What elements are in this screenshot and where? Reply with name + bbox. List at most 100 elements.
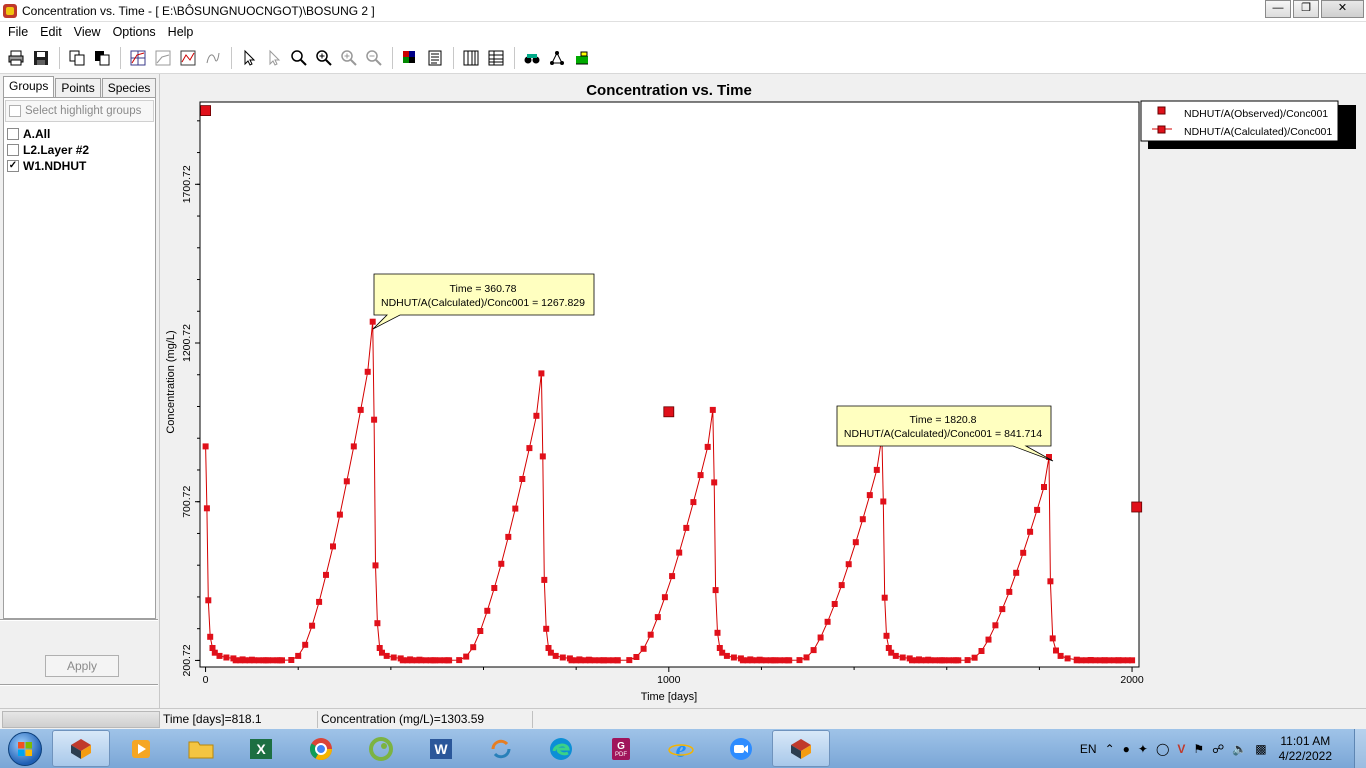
group-list: A.All L2.Layer #2 ✓ W1.NDHUT	[7, 126, 89, 174]
properties-icon[interactable]	[423, 46, 447, 70]
highlight-checkbox[interactable]	[9, 105, 21, 117]
tab-species[interactable]: Species	[101, 78, 157, 97]
taskbar-zoom-icon[interactable]	[712, 730, 770, 767]
calculated-point	[647, 631, 654, 638]
table-icon[interactable]	[484, 46, 508, 70]
legend: NDHUT/A(Observed)/Conc001 NDHUT/A(Calcul…	[1140, 100, 1356, 149]
app-icon	[3, 3, 17, 18]
chart-area: Concentration vs. Time Time [days] Conce…	[160, 74, 1366, 708]
language-indicator[interactable]: EN	[1080, 742, 1097, 756]
columns-icon[interactable]	[459, 46, 483, 70]
title-bar: Concentration vs. Time - [ E:\BÔSUNGNUOC…	[0, 0, 1366, 22]
calculated-point	[676, 549, 683, 556]
copy-icon[interactable]	[65, 46, 89, 70]
zoom-out-icon[interactable]	[337, 46, 361, 70]
chart-scale-icon[interactable]	[201, 46, 225, 70]
close-button[interactable]: ✕	[1321, 0, 1364, 18]
taskbar-chrome-icon[interactable]	[292, 730, 350, 767]
calculated-point	[541, 576, 548, 583]
tray-v-icon[interactable]: V	[1177, 742, 1185, 756]
taskbar-edge-icon[interactable]	[532, 730, 590, 767]
list-item[interactable]: ✓ W1.NDHUT	[7, 158, 89, 174]
network-icon[interactable]	[545, 46, 569, 70]
volume-icon[interactable]: 🔈	[1232, 742, 1247, 756]
clock[interactable]: 11:01 AM 4/22/2022	[1279, 734, 1332, 764]
menu-view[interactable]: View	[68, 25, 107, 39]
group-checkbox[interactable]	[7, 144, 19, 156]
chart-style-icon[interactable]	[176, 46, 200, 70]
list-item[interactable]: L2.Layer #2	[7, 142, 89, 158]
calculated-point	[223, 654, 230, 661]
svg-text:G: G	[617, 741, 625, 752]
calculated-point	[1053, 647, 1059, 654]
calculated-point	[383, 652, 390, 659]
show-desktop-button[interactable]	[1354, 729, 1366, 768]
menu-file[interactable]: File	[2, 25, 34, 39]
calculated-point	[559, 654, 566, 661]
minimize-button[interactable]: —	[1265, 0, 1291, 18]
calculated-point	[372, 562, 379, 569]
clock-date: 4/22/2022	[1278, 748, 1332, 763]
concentration-chart[interactable]: Concentration vs. Time Time [days] Conce…	[160, 74, 1366, 708]
calculated-point	[526, 445, 533, 452]
chart-grid-icon[interactable]	[126, 46, 150, 70]
menu-edit[interactable]: Edit	[34, 25, 68, 39]
taskbar-pdf-icon[interactable]: PDF G	[592, 730, 650, 767]
taskbar-excel-icon[interactable]: X	[232, 730, 290, 767]
tray-circle-icon[interactable]: ◯	[1156, 742, 1169, 756]
calculated-point	[978, 648, 985, 654]
print-icon[interactable]	[4, 46, 28, 70]
calculated-point	[810, 647, 817, 654]
taskbar-modflow-2-icon[interactable]	[772, 730, 830, 767]
zoom-in-icon[interactable]	[312, 46, 336, 70]
calculated-point	[999, 606, 1006, 613]
tray-mouse-icon[interactable]: ✦	[1138, 742, 1148, 756]
copy-data-icon[interactable]	[90, 46, 114, 70]
calculated-point	[683, 524, 690, 531]
calculated-point	[661, 594, 668, 601]
maximize-button[interactable]: ❐	[1293, 0, 1319, 18]
calculated-point	[512, 505, 519, 512]
export-icon[interactable]	[570, 46, 594, 70]
group-checkbox[interactable]	[7, 128, 19, 140]
calculated-point	[288, 657, 295, 663]
calculated-point	[1047, 578, 1054, 585]
taskbar-modflow-icon[interactable]	[52, 730, 110, 767]
legend-entry-observed: NDHUT/A(Observed)/Conc001	[1184, 108, 1328, 120]
menu-options[interactable]: Options	[107, 25, 162, 39]
taskbar-word-icon[interactable]: W	[412, 730, 470, 767]
calculated-point	[883, 632, 890, 639]
calculated-point	[709, 406, 716, 413]
taskbar-ie-icon[interactable]: e	[652, 730, 710, 767]
select-highlight-groups[interactable]: Select highlight groups	[5, 100, 154, 122]
palette-icon[interactable]	[398, 46, 422, 70]
save-icon[interactable]	[29, 46, 53, 70]
binoculars-icon[interactable]	[520, 46, 544, 70]
tab-points[interactable]: Points	[55, 78, 101, 97]
group-checkbox[interactable]: ✓	[7, 160, 19, 172]
calculated-point	[955, 657, 962, 664]
tray-app-icon[interactable]: ●	[1123, 742, 1130, 756]
taskbar-sync-icon[interactable]	[472, 730, 530, 767]
list-item[interactable]: A.All	[7, 126, 89, 142]
tray-flag-icon[interactable]: ⚑	[1193, 742, 1204, 756]
groups-panel: Select highlight groups A.All L2.Layer #…	[3, 97, 156, 619]
tab-groups[interactable]: Groups	[3, 76, 55, 97]
taskbar-coccoc-icon[interactable]	[352, 730, 410, 767]
calculated-point	[892, 652, 899, 659]
taskbar-media-icon[interactable]	[112, 730, 170, 767]
taskbar-folder-icon[interactable]	[172, 730, 230, 767]
pointer-select-icon[interactable]	[262, 46, 286, 70]
tray-usb-icon[interactable]: ☍	[1212, 742, 1224, 756]
zoom-icon[interactable]	[287, 46, 311, 70]
start-button[interactable]	[0, 729, 50, 768]
calculated-point	[1020, 549, 1027, 556]
menu-help[interactable]: Help	[162, 25, 200, 39]
chart-plain-icon[interactable]	[151, 46, 175, 70]
pointer-icon[interactable]	[237, 46, 261, 70]
apply-button[interactable]: Apply	[45, 655, 119, 677]
tray-chevron-icon[interactable]: ⌃	[1105, 742, 1115, 756]
calculated-point	[730, 654, 737, 661]
network-signal-icon[interactable]: ▩	[1255, 742, 1266, 756]
zoom-reset-icon[interactable]	[362, 46, 386, 70]
